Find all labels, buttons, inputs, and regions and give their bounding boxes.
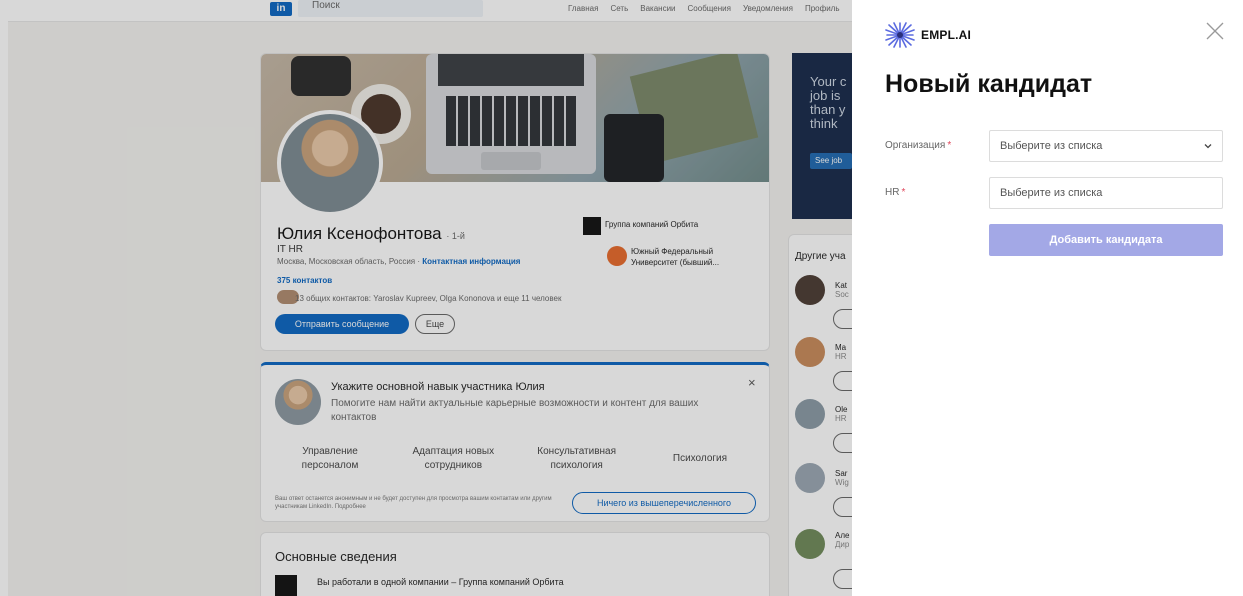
hr-input[interactable]: Выберите из списка <box>989 177 1223 209</box>
page-title: Новый кандидат <box>885 70 1093 98</box>
screen: in Поиск Главная Сеть Вакансии Сообщения… <box>0 0 1243 596</box>
empl-ai-logo: EMPL.AI <box>885 22 971 48</box>
organization-label: Организация * <box>885 140 952 151</box>
required-mark: * <box>947 140 952 151</box>
chevron-down-icon <box>1204 144 1212 149</box>
required-mark: * <box>901 187 906 198</box>
close-icon[interactable] <box>1204 20 1226 42</box>
organization-select[interactable]: Выберите из списка <box>989 130 1223 162</box>
logo-text: EMPL.AI <box>921 28 972 42</box>
hr-label: HR * <box>885 187 906 198</box>
new-candidate-panel: EMPL.AI Новый кандидат Организация * Выбе… <box>852 0 1243 596</box>
add-candidate-button[interactable]: Добавить кандидата <box>989 224 1223 256</box>
starburst-logo-icon <box>885 22 915 48</box>
